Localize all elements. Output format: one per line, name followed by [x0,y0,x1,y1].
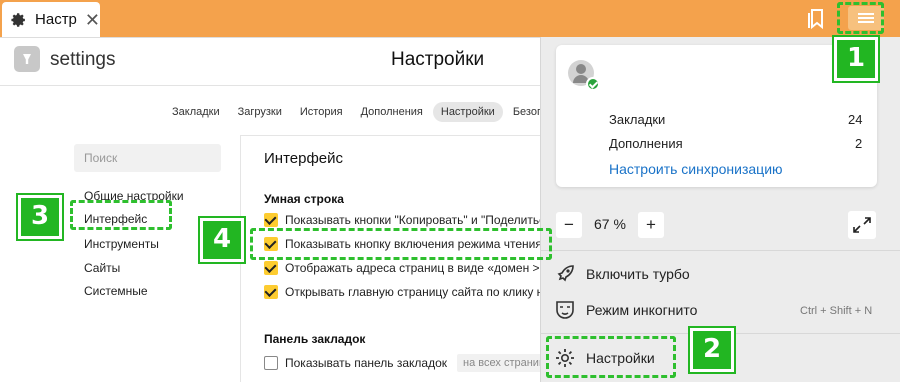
browser-tab[interactable]: Настр ✕ [2,2,100,37]
menu-item-incognito[interactable]: Режим инкогнито [586,302,697,318]
callout-frame-2 [546,336,676,378]
browser-logo-icon [14,46,40,72]
sidebar-item-sites[interactable]: Сайты [84,261,120,275]
rocket-icon [557,265,574,282]
incognito-mask-icon [556,301,574,319]
callout-number-1: 1 [834,37,878,81]
bookmarks-bar-title: Панель закладок [264,332,366,346]
search-input[interactable]: Поиск [74,144,221,172]
tab-title: Настр [35,11,77,28]
option-show-bookmarks-bar[interactable]: Показывать панель закладок на всех стран… [264,354,540,372]
callout-number-2: 2 [690,328,734,372]
zoom-level: 67 % [594,216,626,232]
bookmarks-icon[interactable] [806,8,826,30]
checkbox-checked[interactable] [264,213,278,227]
sidebar-item-tools[interactable]: Инструменты [84,237,159,251]
callout-number-4: 4 [200,218,244,262]
card-bookmarks-label[interactable]: Закладки [609,112,665,127]
address-text[interactable]: settings [50,49,115,71]
option-copy-share[interactable]: Показывать кнопки "Копировать" и "Подели… [264,212,540,228]
callout-number-3: 3 [18,195,62,239]
checkbox-unchecked[interactable] [264,356,278,370]
zoom-out-button[interactable]: − [556,212,582,238]
callout-frame-1 [837,2,884,34]
fullscreen-button[interactable] [848,211,876,239]
card-bookmarks-count: 24 [848,112,863,127]
menu-item-turbo[interactable]: Включить турбо [586,266,690,282]
sync-setup-link[interactable]: Настроить синхронизацию [609,161,783,177]
close-tab-icon[interactable]: ✕ [85,11,100,29]
nav-tab-bookmarks[interactable]: Закладки [164,102,228,122]
card-extensions-count: 2 [855,136,863,151]
option-open-main-page[interactable]: Открывать главную страницу сайта по клик… [264,284,540,300]
incognito-shortcut: Ctrl + Shift + N [800,305,873,317]
fullscreen-icon [853,217,871,233]
bookmarks-bar-select[interactable]: на всех страницах [457,354,540,372]
card-extensions-label[interactable]: Дополнения [609,136,683,151]
zoom-in-button[interactable]: + [638,212,664,238]
callout-frame-3 [70,200,172,230]
checkbox-checked[interactable] [264,285,278,299]
gear-icon [11,12,25,27]
sidebar-item-system[interactable]: Системные [84,284,148,298]
checkbox-checked[interactable] [264,261,278,275]
callout-frame-4 [250,228,552,260]
option-domain-display[interactable]: Отображать адреса страниц в виде «домен … [264,260,540,276]
sync-check-icon [586,77,600,91]
